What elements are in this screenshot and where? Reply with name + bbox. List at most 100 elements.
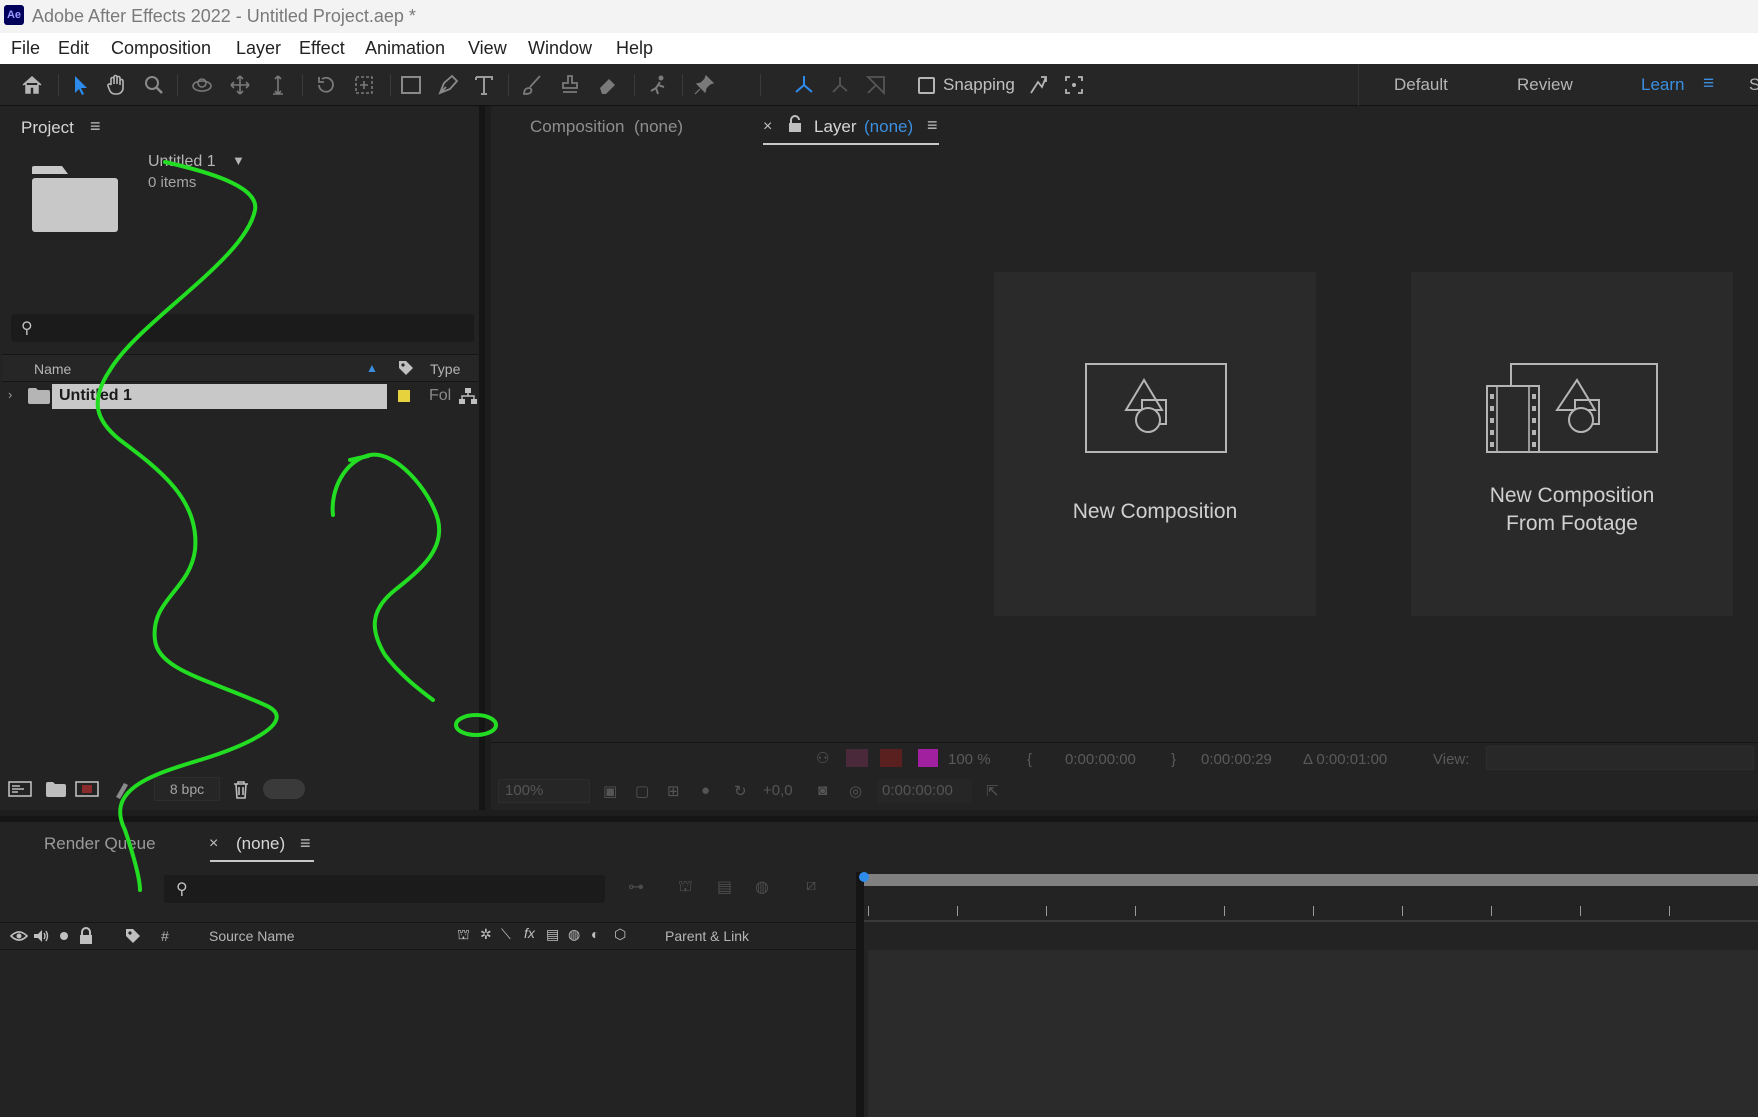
tab-timeline-none[interactable]: (none) [236, 834, 285, 854]
color-channels-icon[interactable]: ● [701, 782, 710, 799]
menu-composition[interactable]: Composition [111, 38, 211, 59]
column-name[interactable]: Name [34, 361, 71, 377]
tab-composition[interactable]: Composition (none) [530, 117, 683, 137]
pan-behind-icon[interactable] [350, 71, 378, 99]
3d-layer-icon[interactable]: ⬡ [614, 926, 632, 944]
tab-render-queue[interactable]: Render Queue [44, 834, 156, 854]
column-source-name[interactable]: Source Name [209, 928, 295, 944]
menu-effect[interactable]: Effect [299, 38, 345, 59]
region-of-interest-icon[interactable]: ▢ [635, 782, 649, 800]
menu-layer[interactable]: Layer [236, 38, 281, 59]
puppet-pin-icon[interactable] [690, 71, 718, 99]
menu-help[interactable]: Help [616, 38, 653, 59]
workspace-review[interactable]: Review [1517, 75, 1573, 95]
lock-icon[interactable] [77, 927, 95, 945]
hand-tool-icon[interactable] [102, 71, 130, 99]
project-search-input[interactable]: ⚲ [11, 314, 474, 342]
lock-icon[interactable] [787, 115, 803, 133]
flowchart-icon[interactable] [458, 387, 478, 405]
audio-icon[interactable] [32, 927, 50, 945]
workspace-default[interactable]: Default [1394, 75, 1448, 95]
snap-features-icon[interactable] [1060, 71, 1088, 99]
solo-icon[interactable] [55, 927, 73, 945]
resolution-icon[interactable]: ▣ [603, 782, 617, 800]
pen-tool-icon[interactable] [434, 71, 462, 99]
label-red-swatch[interactable] [846, 749, 868, 767]
brush-tool-icon[interactable] [518, 71, 546, 99]
bit-depth-button[interactable]: 8 bpc [154, 777, 220, 801]
panel-menu-icon[interactable]: ≡ [90, 116, 101, 137]
exposure-value[interactable]: +0,0 [763, 782, 793, 799]
menu-window[interactable]: Window [528, 38, 592, 59]
eye-icon[interactable] [10, 927, 28, 945]
axis-view-icon[interactable] [862, 71, 890, 99]
new-composition-icon[interactable] [75, 779, 99, 799]
magnification-select[interactable]: 100% [498, 779, 590, 803]
show-snapshot-icon[interactable]: ◎ [849, 782, 862, 800]
go-to-icon[interactable]: ⇱ [986, 782, 999, 800]
timeline-track-area[interactable] [868, 950, 1758, 1117]
label-dark-red-swatch[interactable] [880, 749, 902, 767]
shy-switch-icon[interactable]: ⛫ [457, 926, 475, 944]
label-magenta-swatch[interactable] [918, 749, 938, 767]
snap-edges-icon[interactable] [1024, 71, 1052, 99]
comp-flowchart-icon[interactable]: ⊶ [628, 877, 654, 901]
table-row[interactable]: › Untitled 1 Fol [2, 383, 478, 410]
new-composition-card[interactable]: New Composition [994, 272, 1316, 616]
workspace-overflow[interactable]: S [1749, 75, 1758, 95]
workspace-learn[interactable]: Learn [1641, 75, 1684, 95]
axis-world-icon[interactable] [826, 71, 854, 99]
interpret-footage-icon[interactable] [8, 779, 32, 799]
graph-editor-icon[interactable]: ⧄ [806, 877, 832, 901]
reset-exposure-icon[interactable]: ↻ [734, 782, 747, 800]
frame-blending-icon[interactable]: ▤ [717, 877, 743, 901]
label-color-swatch[interactable] [398, 390, 410, 402]
column-layer-number[interactable]: # [161, 928, 169, 944]
rotation-tool-icon[interactable] [312, 71, 340, 99]
label-tag-icon[interactable] [124, 927, 142, 945]
chevron-down-icon[interactable]: ▼ [232, 153, 245, 168]
label-tag-icon[interactable] [397, 359, 415, 377]
type-tool-icon[interactable] [470, 71, 498, 99]
orbit-camera-icon[interactable] [188, 71, 216, 99]
menu-file[interactable]: File [11, 38, 40, 59]
trash-icon[interactable] [229, 779, 253, 799]
panel-menu-icon[interactable]: ≡ [927, 115, 938, 136]
panel-menu-icon[interactable]: ≡ [300, 833, 311, 854]
bracket-in-icon[interactable]: { [1027, 751, 1032, 768]
tab-project[interactable]: Project [21, 118, 74, 138]
new-folder-icon[interactable] [44, 779, 68, 799]
menu-animation[interactable]: Animation [365, 38, 445, 59]
motion-blur-switch-icon[interactable]: ◍ [568, 926, 586, 944]
column-type[interactable]: Type [430, 361, 460, 377]
workspace-menu-icon[interactable]: ≡ [1703, 73, 1714, 95]
footer-toggle[interactable] [263, 779, 305, 799]
menu-edit[interactable]: Edit [58, 38, 89, 59]
menu-view[interactable]: View [468, 38, 507, 59]
new-composition-from-footage-card[interactable]: New Composition From Footage [1411, 272, 1733, 616]
dolly-camera-icon[interactable] [264, 71, 292, 99]
eraser-icon[interactable] [594, 71, 622, 99]
snapshot-icon[interactable]: ◙ [818, 782, 827, 799]
shy-layers-icon[interactable]: ⛫ [678, 877, 704, 901]
zoom-tool-icon[interactable] [140, 71, 168, 99]
adjustment-layer-icon[interactable]: ◐ [591, 926, 609, 944]
work-area-bar[interactable] [864, 874, 1758, 886]
expand-arrow-icon[interactable]: › [8, 387, 12, 402]
clone-stamp-icon[interactable] [556, 71, 584, 99]
effects-icon[interactable]: fx [524, 925, 542, 943]
axis-local-icon[interactable] [790, 71, 818, 99]
pan-camera-icon[interactable] [226, 71, 254, 99]
timeline-search-input[interactable]: ⚲ [164, 875, 605, 903]
selection-tool-icon[interactable] [66, 71, 94, 99]
project-settings-icon[interactable] [110, 779, 134, 799]
row-name[interactable]: Untitled 1 [59, 387, 132, 405]
motion-blur-icon[interactable]: ◍ [755, 877, 781, 901]
transparency-grid-icon[interactable]: ⊞ [667, 782, 680, 800]
roto-brush-icon[interactable] [644, 71, 672, 99]
home-icon[interactable] [18, 71, 46, 99]
frame-blend-switch-icon[interactable]: ▤ [546, 926, 564, 944]
draft-3d-icon[interactable]: ⚇ [816, 749, 829, 767]
snapping-checkbox[interactable] [918, 77, 935, 94]
close-icon[interactable]: × [763, 118, 772, 136]
